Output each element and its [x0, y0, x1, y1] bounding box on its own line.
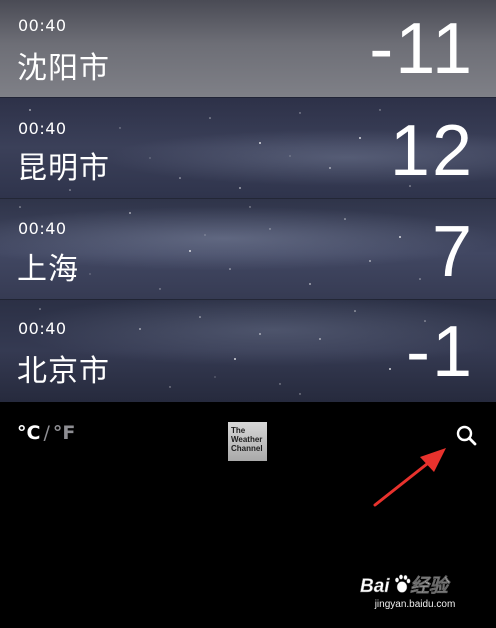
city-name: 昆明市	[17, 151, 110, 186]
city-temperature: -11	[369, 9, 474, 89]
city-local-time: 00:40	[18, 16, 67, 35]
city-local-time: 00:40	[18, 319, 67, 338]
celsius-label[interactable]: °C	[17, 422, 40, 444]
logo-text-line: Weather	[231, 435, 263, 444]
unit-separator: /	[43, 422, 50, 444]
svg-text:经验: 经验	[410, 575, 451, 597]
city-temperature: 7	[431, 212, 474, 292]
city-name: 上海	[17, 252, 79, 287]
svg-text:Bai: Bai	[360, 576, 390, 597]
city-row-kunming[interactable]: 00:40 昆明市 12	[0, 97, 496, 198]
city-name: 北京市	[17, 354, 110, 389]
city-local-time: 00:40	[18, 219, 67, 238]
city-temperature: -1	[405, 312, 474, 392]
city-row-beijing[interactable]: 00:40 北京市 -1	[0, 299, 496, 402]
city-list: 00:40 沈阳市 -11 00:40 昆明市 12 00:40 上海 7 00…	[0, 0, 496, 402]
city-local-time: 00:40	[18, 119, 67, 138]
watermark-url: jingyan.baidu.com	[374, 599, 456, 610]
baidu-paw-logo-icon: Bai 经验	[360, 574, 451, 597]
logo-text-line: The	[231, 426, 246, 435]
row-divider	[0, 97, 496, 98]
temperature-unit-toggle[interactable]: °C / °F	[17, 422, 75, 444]
logo-text-line: Channel	[231, 444, 263, 453]
baidu-logo: Bai 经验	[360, 572, 470, 598]
baidu-jingyan-watermark: Bai 经验 jingyan.baidu.com	[360, 572, 470, 610]
city-name: 沈阳市	[17, 51, 110, 86]
city-row-shanghai[interactable]: 00:40 上海 7	[0, 198, 496, 299]
city-temperature: 12	[389, 111, 474, 191]
search-icon	[456, 425, 477, 446]
fahrenheit-label[interactable]: °F	[53, 422, 75, 444]
city-row-shenyang[interactable]: 00:40 沈阳市 -11	[0, 0, 496, 97]
row-divider	[0, 299, 496, 300]
row-divider	[0, 198, 496, 199]
weather-channel-logo[interactable]: The Weather Channel	[228, 422, 267, 461]
search-button[interactable]	[454, 423, 480, 449]
